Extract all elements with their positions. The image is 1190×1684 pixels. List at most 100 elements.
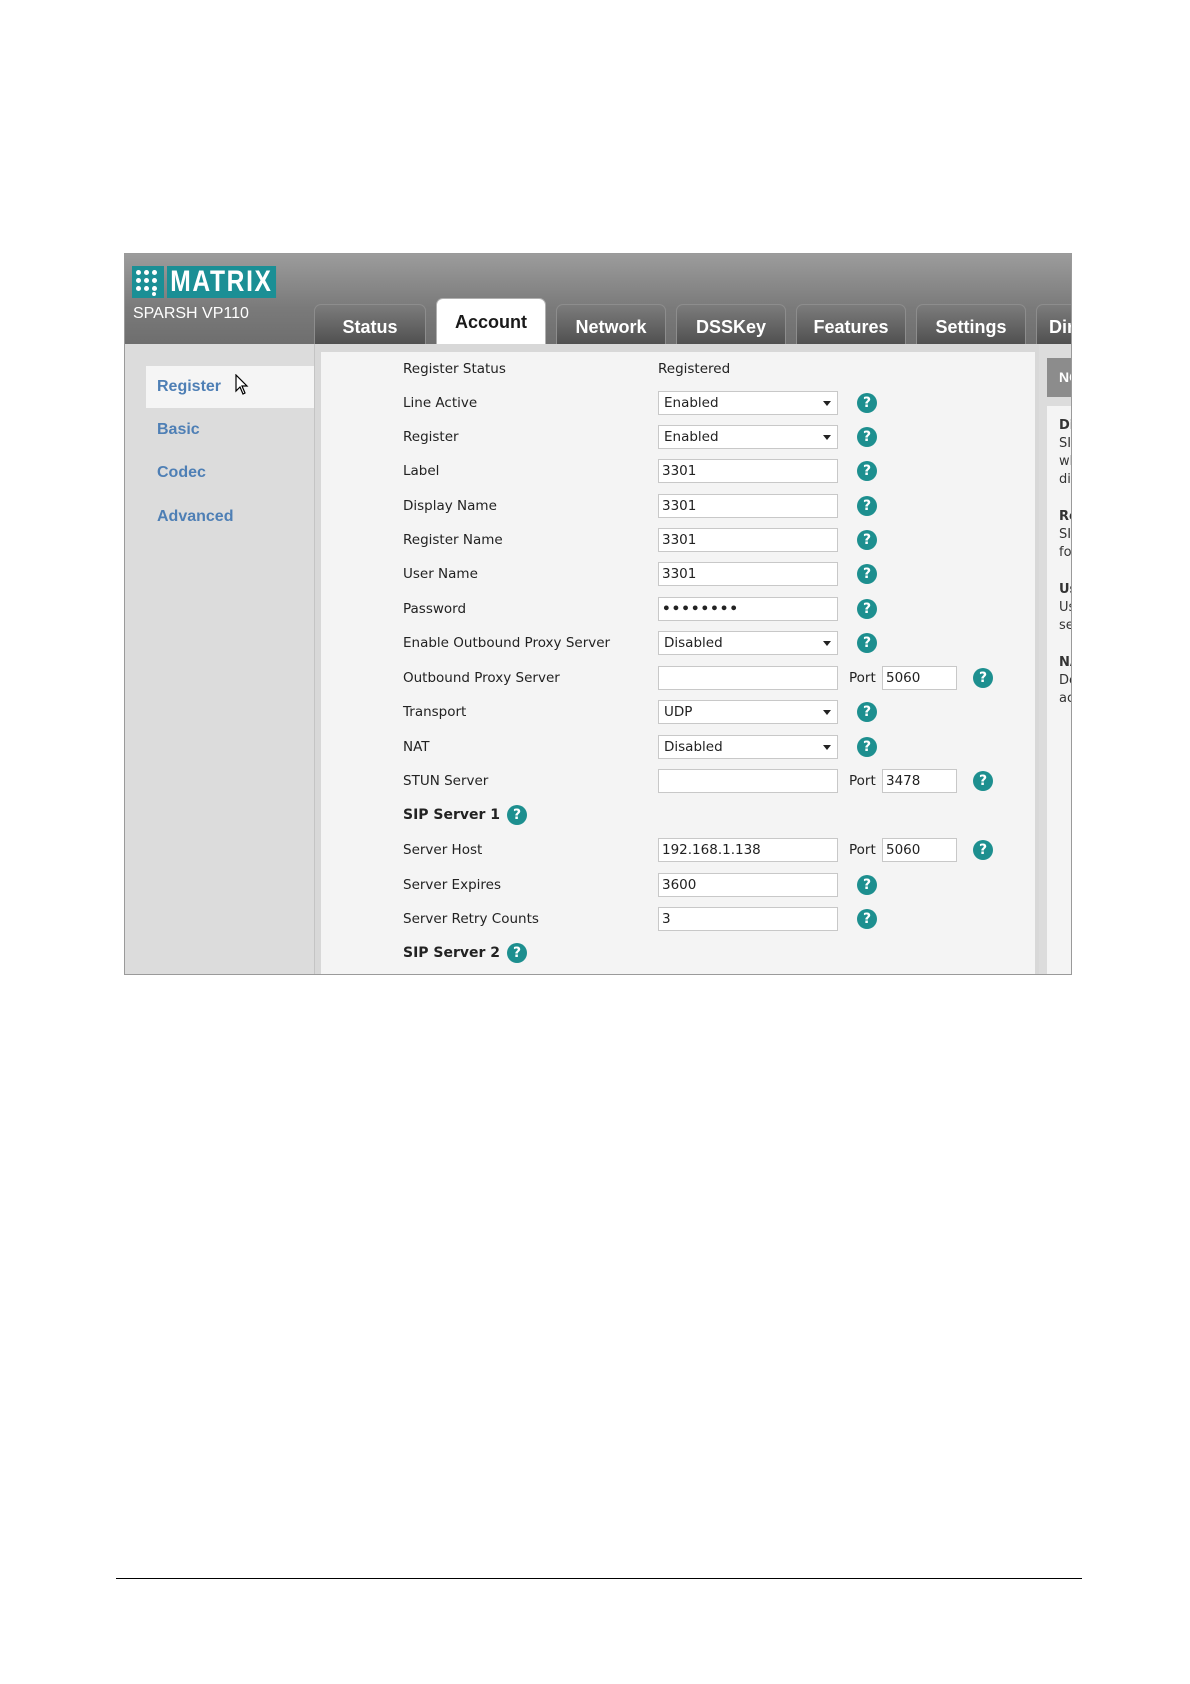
row-register: Register Enabled ?	[321, 421, 1035, 453]
tab-dsskey[interactable]: DSSKey	[676, 304, 786, 344]
help-icon[interactable]: ?	[857, 599, 877, 619]
notes-body: Dis SIP wh disp Re SIP for Use Use ser N…	[1047, 406, 1072, 974]
help-icon[interactable]: ?	[857, 633, 877, 653]
register-name-input[interactable]: 3301	[658, 528, 838, 552]
label-input[interactable]: 3301	[658, 459, 838, 483]
help-icon[interactable]: ?	[857, 875, 877, 895]
help-icon[interactable]: ?	[857, 530, 877, 550]
row-transport: Transport UDP ?	[321, 696, 1035, 728]
server-retry-counts-label: Server Retry Counts	[403, 911, 539, 927]
help-icon[interactable]: ?	[857, 564, 877, 584]
tab-status[interactable]: Status	[314, 304, 426, 344]
help-icon[interactable]: ?	[857, 909, 877, 929]
outbound-proxy-port-input[interactable]: 5060	[882, 666, 957, 690]
account-sidebar: Register Basic Codec Advanced	[125, 344, 315, 974]
transport-label: Transport	[403, 704, 467, 720]
nat-select[interactable]: Disabled	[658, 735, 838, 759]
server-host-label: Server Host	[403, 842, 483, 858]
transport-select[interactable]: UDP	[658, 700, 838, 724]
display-name-label: Display Name	[403, 498, 497, 514]
enable-outbound-proxy-select[interactable]: Disabled	[658, 631, 838, 655]
sidebar-item-basic[interactable]: Basic	[146, 409, 314, 451]
mouse-cursor-icon	[235, 374, 249, 395]
help-icon[interactable]: ?	[857, 702, 877, 722]
chevron-down-icon	[823, 435, 831, 440]
tab-features[interactable]: Features	[796, 304, 906, 344]
note-line: Use	[1059, 582, 1071, 597]
sip-server-1-heading: SIP Server 1	[403, 807, 501, 823]
sidebar-item-register[interactable]: Register	[146, 366, 314, 408]
register-select[interactable]: Enabled	[658, 425, 838, 449]
help-icon[interactable]: ?	[857, 427, 877, 447]
logo-dots-icon	[132, 266, 164, 298]
note-line: for	[1059, 545, 1072, 560]
row-register-name: Register Name 3301 ?	[321, 524, 1035, 556]
sidebar-item-codec[interactable]: Codec	[146, 452, 314, 494]
line-active-select[interactable]: Enabled	[658, 391, 838, 415]
help-icon[interactable]: ?	[973, 771, 993, 791]
note-line: Def	[1059, 673, 1071, 688]
nat-label: NAT	[403, 739, 430, 755]
tab-account[interactable]: Account	[436, 298, 546, 344]
notes-heading: NC	[1047, 358, 1071, 397]
chevron-down-icon	[823, 641, 831, 646]
user-name-input[interactable]: 3301	[658, 562, 838, 586]
row-nat: NAT Disabled ?	[321, 731, 1035, 763]
sidebar-item-label: Register	[157, 378, 222, 395]
header-bar: MATRIX SPARSH VP110 Status Account Netwo…	[125, 254, 1071, 344]
stun-port-input[interactable]: 3478	[882, 769, 957, 793]
tab-directory[interactable]: Dir	[1036, 304, 1071, 344]
row-line-active: Line Active Enabled ?	[321, 387, 1035, 419]
stun-server-input[interactable]	[658, 769, 838, 793]
sidebar-item-advanced[interactable]: Advanced	[146, 496, 314, 538]
row-server-host: Server Host 192.168.1.138 Port 5060 ?	[321, 834, 1035, 866]
help-icon[interactable]: ?	[857, 496, 877, 516]
page-footer-rule	[116, 1578, 1082, 1579]
outbound-proxy-input[interactable]	[658, 666, 838, 690]
phone-web-ui: MATRIX SPARSH VP110 Status Account Netwo…	[124, 253, 1072, 975]
main-tabs: Status Account Network DSSKey Features S…	[314, 298, 1071, 344]
help-icon[interactable]: ?	[857, 461, 877, 481]
register-status-label: Register Status	[403, 361, 506, 377]
help-icon[interactable]: ?	[973, 668, 993, 688]
notes-panel: NC Dis SIP wh disp Re SIP for Use Use se…	[1039, 344, 1072, 974]
model-name: SPARSH VP110	[133, 305, 249, 322]
note-line: act	[1059, 691, 1071, 706]
password-label: Password	[403, 601, 467, 617]
brand-wordmark: MATRIX	[167, 266, 276, 298]
tab-settings[interactable]: Settings	[916, 304, 1026, 344]
note-line: SIP	[1059, 527, 1072, 542]
password-input[interactable]: ••••••••	[658, 597, 838, 621]
row-display-name: Display Name 3301 ?	[321, 490, 1035, 522]
help-icon[interactable]: ?	[507, 943, 527, 963]
help-icon[interactable]: ?	[857, 393, 877, 413]
label-label: Label	[403, 463, 440, 479]
note-line: SIP	[1059, 436, 1072, 451]
help-icon[interactable]: ?	[507, 805, 527, 825]
help-icon[interactable]: ?	[857, 737, 877, 757]
row-label: Label 3301 ?	[321, 455, 1035, 487]
row-server-expires: Server Expires 3600 ?	[321, 869, 1035, 901]
outbound-proxy-label: Outbound Proxy Server	[403, 670, 560, 686]
row-user-name: User Name 3301 ?	[321, 558, 1035, 590]
server-expires-input[interactable]: 3600	[658, 873, 838, 897]
row-stun-server: STUN Server Port 3478 ?	[321, 765, 1035, 797]
stun-server-label: STUN Server	[403, 773, 489, 789]
note-line: ser	[1059, 618, 1071, 633]
note-line: wh	[1059, 454, 1071, 469]
chevron-down-icon	[823, 745, 831, 750]
help-icon[interactable]: ?	[973, 840, 993, 860]
tab-network[interactable]: Network	[556, 304, 666, 344]
row-sip-server-1: SIP Server 1 ?	[321, 799, 1035, 831]
server-host-input[interactable]: 192.168.1.138	[658, 838, 838, 862]
port-label: Port	[849, 773, 876, 789]
port-label: Port	[849, 842, 876, 858]
display-name-input[interactable]: 3301	[658, 494, 838, 518]
note-line: Re	[1059, 509, 1071, 524]
server-host-port-input[interactable]: 5060	[882, 838, 957, 862]
note-line: NA	[1059, 655, 1071, 670]
register-label: Register	[403, 429, 459, 445]
note-line: Use	[1059, 600, 1071, 615]
chevron-down-icon	[823, 401, 831, 406]
server-retry-counts-input[interactable]: 3	[658, 907, 838, 931]
